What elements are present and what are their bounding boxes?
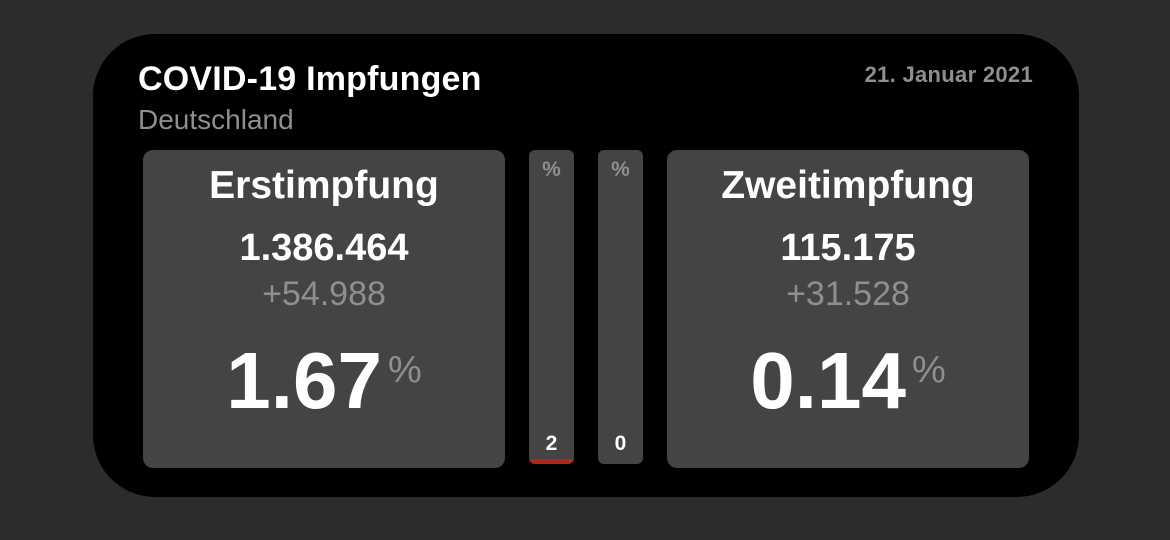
- first-dose-bar-label: 2: [545, 432, 558, 455]
- first-dose-total: 1.386.464: [239, 227, 409, 269]
- widget-subtitle: Deutschland: [138, 104, 294, 135]
- second-dose-bar-percent-symbol: %: [611, 158, 630, 181]
- second-dose-heading: Zweitimpfung: [721, 164, 975, 207]
- second-dose-percent-value: 0.14: [750, 336, 906, 425]
- second-dose-progress-bar: % 0: [598, 150, 643, 464]
- second-dose-percent: 0.14%: [667, 335, 1029, 427]
- second-dose-bar-label: 0: [614, 432, 627, 455]
- first-dose-percent-unit: %: [387, 349, 422, 391]
- first-dose-percent: 1.67%: [143, 335, 505, 427]
- first-dose-progress-fill: [529, 459, 574, 464]
- widget-title: COVID-19 Impfungen: [138, 60, 482, 98]
- first-dose-delta: +54.988: [262, 275, 386, 313]
- vaccination-widget[interactable]: COVID-19 Impfungen Deutschland 21. Janua…: [93, 34, 1079, 497]
- second-dose-total: 115.175: [780, 227, 916, 269]
- first-dose-panel: Erstimpfung 1.386.464 +54.988 1.67%: [143, 150, 505, 468]
- first-dose-heading: Erstimpfung: [209, 164, 439, 207]
- second-dose-delta: +31.528: [786, 275, 910, 313]
- second-dose-percent-unit: %: [911, 349, 946, 391]
- second-dose-panel: Zweitimpfung 115.175 +31.528 0.14%: [667, 150, 1029, 468]
- first-dose-progress-bar: % 2: [529, 150, 574, 464]
- widget-date: 21. Januar 2021: [864, 62, 1033, 87]
- first-dose-percent-value: 1.67: [226, 336, 382, 425]
- first-dose-bar-percent-symbol: %: [542, 158, 561, 181]
